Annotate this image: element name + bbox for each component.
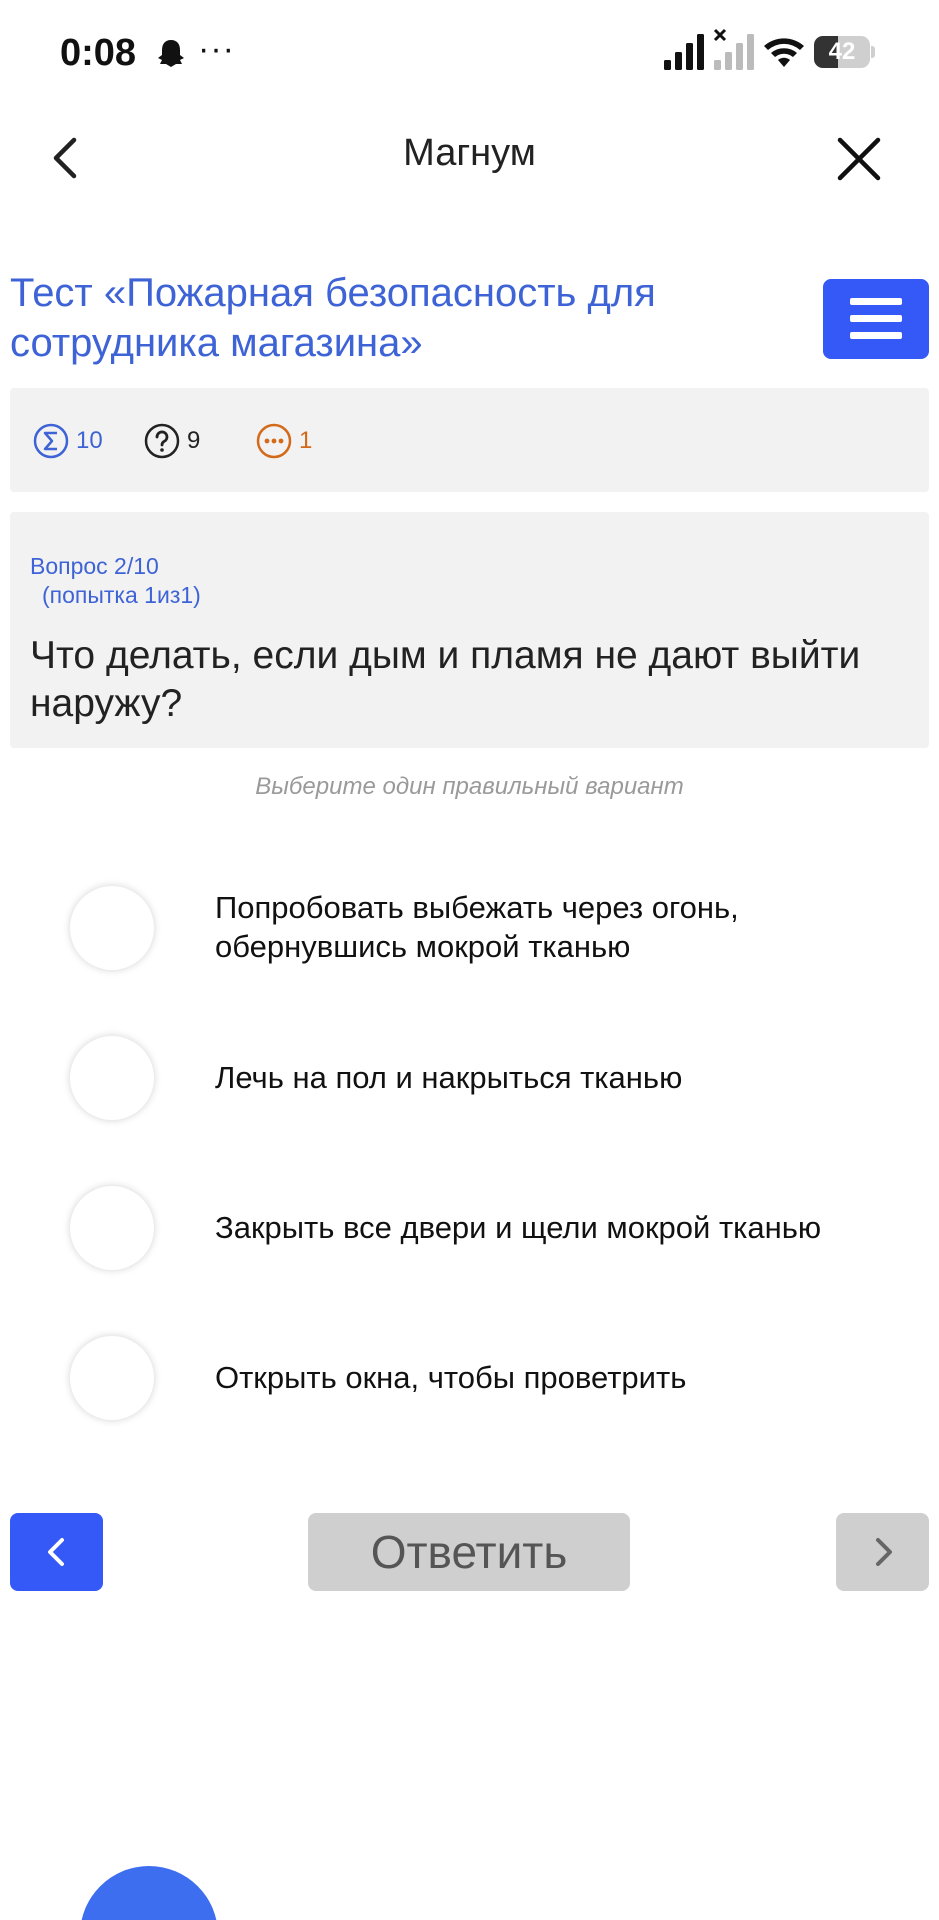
floating-action-button[interactable] <box>80 1866 218 1920</box>
menu-button[interactable] <box>823 279 929 359</box>
next-question-button[interactable] <box>836 1513 929 1591</box>
close-icon[interactable] <box>830 130 888 188</box>
stat-total: 10 <box>32 421 103 461</box>
stat-remaining: 1 <box>255 421 312 461</box>
no-signal-icon <box>713 28 754 70</box>
battery-level: 42 <box>828 38 856 65</box>
page-title: Магнум <box>403 132 536 174</box>
stat-unanswered: 9 <box>143 421 200 461</box>
status-time: 0:08 <box>60 32 137 74</box>
more-circle-icon <box>256 423 292 459</box>
question-circle-icon <box>144 423 180 459</box>
option-2[interactable]: Лечь на пол и накрыться тканью <box>0 1012 939 1142</box>
question-number: Вопрос 2/10 <box>30 553 159 579</box>
chevron-right-icon <box>876 1538 892 1566</box>
option-label: Попробовать выбежать через огонь, оберну… <box>215 890 739 964</box>
battery-icon: 42 <box>814 36 875 68</box>
question-attempt: (попытка 1из1) <box>42 582 201 608</box>
radio-button[interactable] <box>70 886 154 970</box>
more-dots: ··· <box>198 30 235 68</box>
ghost-icon <box>158 40 184 67</box>
status-bar: 0:08 ··· 42 <box>0 0 939 110</box>
option-label: Открыть окна, чтобы проветрить <box>215 1360 687 1395</box>
option-3[interactable]: Закрыть все двери и щели мокрой тканью <box>0 1162 939 1292</box>
signal-icon <box>664 34 704 70</box>
answer-hint: Выберите один правильный вариант <box>255 773 684 800</box>
option-1[interactable]: Попробовать выбежать через огонь, оберну… <box>0 862 939 992</box>
test-title: Тест «Пожарная безопасность для сотрудни… <box>10 271 656 365</box>
stat-total-value: 10 <box>76 427 103 454</box>
radio-button[interactable] <box>70 1036 154 1120</box>
radio-button[interactable] <box>70 1336 154 1420</box>
quiz-screen: 0:08 ··· 42 Магнум Тест «Пожарная безопа… <box>0 0 939 1920</box>
stat-remaining-value: 1 <box>299 427 313 454</box>
question-panel: Вопрос 2/10 (попытка 1из1) Что делать, е… <box>10 512 929 748</box>
option-label: Лечь на пол и накрыться тканью <box>215 1060 683 1095</box>
stat-unanswered-value: 9 <box>187 427 201 454</box>
stats-panel: 10 9 1 <box>10 388 929 492</box>
chevron-left-icon <box>48 1538 64 1566</box>
answer-button[interactable]: Ответить <box>308 1513 630 1591</box>
wifi-icon <box>764 38 804 67</box>
radio-button[interactable] <box>70 1186 154 1270</box>
option-label: Закрыть все двери и щели мокрой тканью <box>215 1210 822 1245</box>
prev-question-button[interactable] <box>10 1513 103 1591</box>
option-4[interactable]: Открыть окна, чтобы проветрить <box>0 1312 939 1442</box>
sigma-icon <box>33 423 69 459</box>
question-text: Что делать, если дым и пламя не дают вый… <box>30 634 861 725</box>
